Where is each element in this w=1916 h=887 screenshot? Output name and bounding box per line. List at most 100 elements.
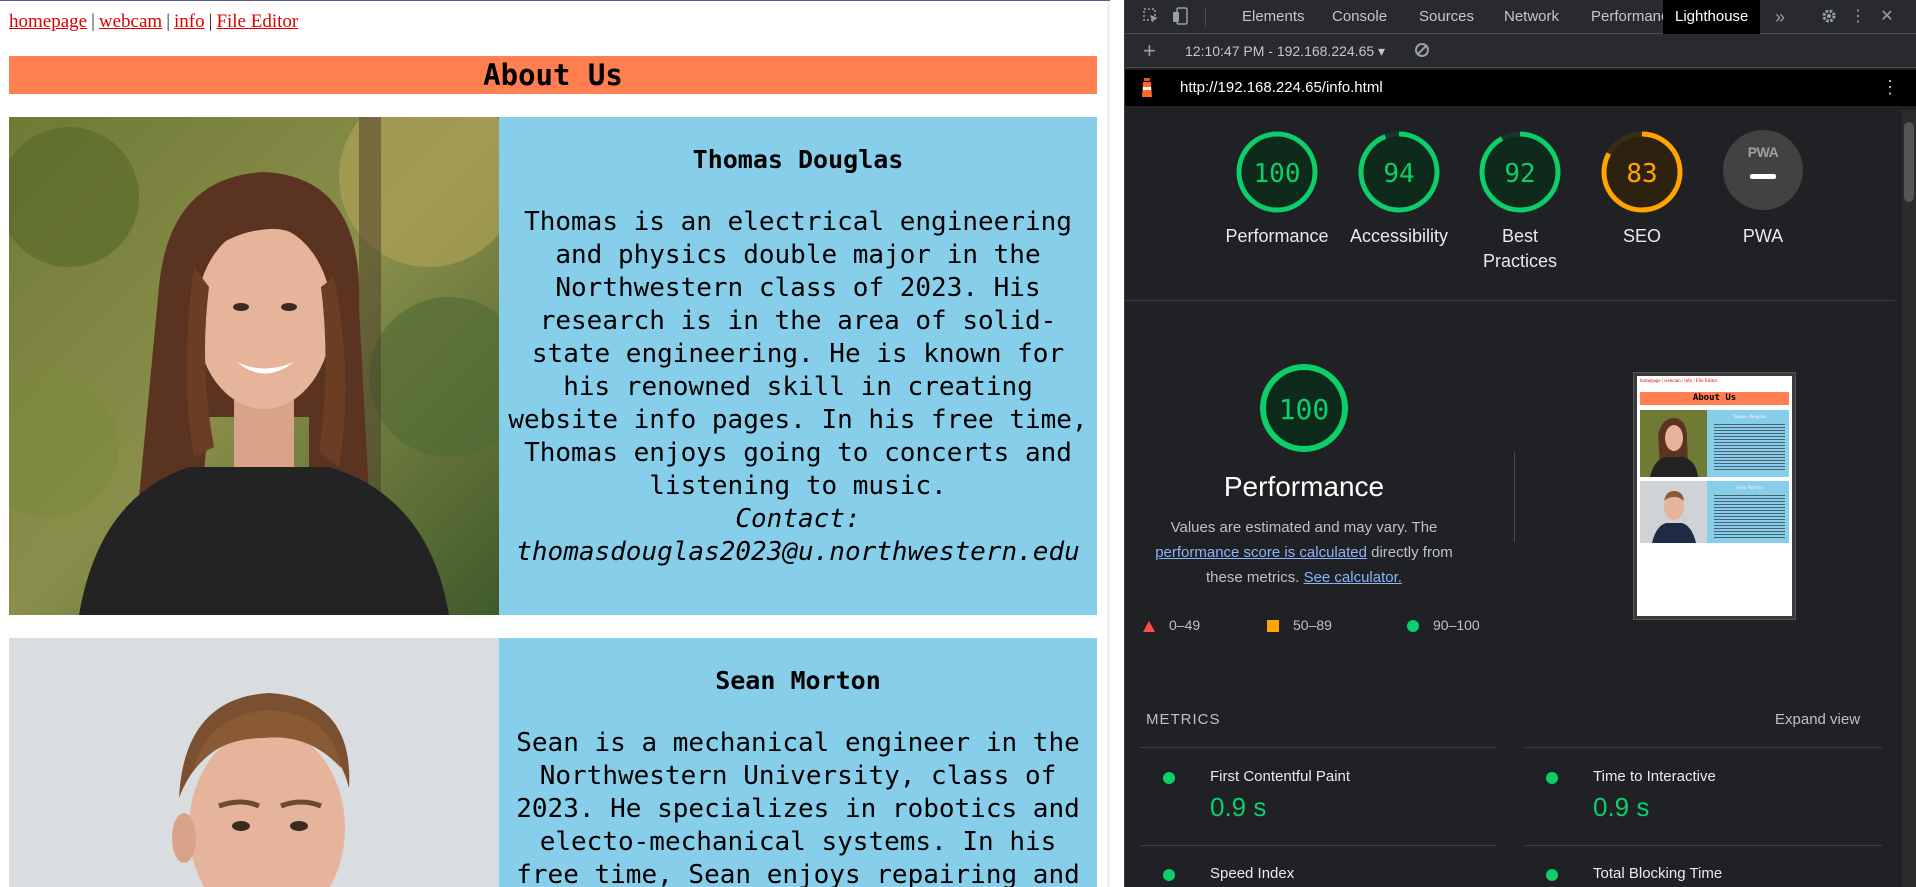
devtools-tab-bar: Elements Console Sources Network Perform… bbox=[1125, 0, 1916, 34]
gauge-label-performance: Performance bbox=[1225, 226, 1329, 246]
webpage-viewport: homepage | webcam | info | File Editor About U… bbox=[0, 0, 1110, 887]
metric-fcp-name: First Contentful Paint bbox=[1210, 768, 1351, 785]
legend-pass: 90–100 bbox=[1407, 617, 1480, 633]
accessibility-score: 94 bbox=[1383, 159, 1414, 189]
legend-fail: 0–49 bbox=[1143, 617, 1200, 633]
toolbar-divider bbox=[1205, 7, 1206, 27]
report-url-bar: http://192.168.224.65/info.html ⋮ bbox=[1125, 70, 1916, 106]
nav-link-webcam[interactable]: webcam bbox=[99, 11, 162, 32]
vertical-divider bbox=[1514, 452, 1515, 542]
thomas-contact-email: thomasdouglas2023@u.northwestern.edu bbox=[516, 537, 1080, 567]
thomas-bio-text: Thomas is an electrical engineering and … bbox=[499, 206, 1097, 569]
performance-score-link[interactable]: performance score is calculated bbox=[1155, 544, 1367, 561]
performance-score: 100 bbox=[1254, 159, 1301, 189]
metric-divider bbox=[1525, 845, 1882, 846]
legend-average: 50–89 bbox=[1267, 617, 1332, 633]
performance-description: Values are estimated and may vary. The p… bbox=[1139, 515, 1469, 590]
thumb-name-1: Thomas Douglas bbox=[1732, 414, 1767, 419]
gauge-seo[interactable]: 83 SEO bbox=[1582, 130, 1702, 249]
pass-dot-icon bbox=[1163, 869, 1175, 881]
gauge-label-seo: SEO bbox=[1622, 226, 1661, 246]
expand-view-button[interactable]: Expand view bbox=[1775, 711, 1860, 728]
customize-menu-icon[interactable]: ⋮ bbox=[1848, 7, 1868, 27]
thomas-portrait-image bbox=[9, 117, 499, 615]
settings-gear-icon[interactable] bbox=[1819, 7, 1839, 27]
nav-separator: | bbox=[91, 11, 95, 32]
metric-tbt-name: Total Blocking Time bbox=[1593, 865, 1723, 882]
page-screenshot-thumbnail[interactable]: homepage | webcam | info | File Editor A… bbox=[1633, 372, 1796, 620]
devtools-scrollbar-thumb[interactable] bbox=[1904, 122, 1914, 202]
legend-pass-label: 90–100 bbox=[1433, 617, 1480, 633]
thomas-photo bbox=[9, 117, 499, 615]
thumb-text-2 bbox=[1714, 493, 1785, 538]
close-devtools-icon[interactable]: ✕ bbox=[1877, 7, 1897, 27]
pwa-dash bbox=[1750, 174, 1776, 179]
gauge-best-practices[interactable]: 92 Best Practices bbox=[1460, 130, 1580, 274]
metric-divider bbox=[1140, 747, 1497, 748]
report-selector-label: 12:10:47 PM - 192.168.224.65 bbox=[1185, 43, 1375, 59]
sean-portrait-image bbox=[9, 638, 499, 887]
gauge-label-best-practices: Best Practices bbox=[1482, 226, 1558, 271]
clear-reports-icon[interactable] bbox=[1415, 43, 1429, 57]
metrics-heading: METRICS bbox=[1146, 711, 1221, 728]
best-practices-score-ring: 92 bbox=[1479, 131, 1561, 213]
tab-console[interactable]: Console bbox=[1320, 0, 1399, 34]
gauge-accessibility[interactable]: 94 Accessibility bbox=[1339, 130, 1459, 249]
report-selector[interactable]: 12:10:47 PM - 192.168.224.65 ▾ bbox=[1185, 43, 1385, 60]
gauge-performance[interactable]: 100 Performance bbox=[1217, 130, 1337, 249]
performance-desc-1: Values are estimated and may vary. The bbox=[1170, 519, 1438, 536]
metric-divider bbox=[1525, 747, 1882, 748]
nav-separator: | bbox=[208, 11, 213, 32]
thomas-bio-body: Thomas is an electrical engineering and … bbox=[508, 207, 1088, 501]
best-practices-score: 92 bbox=[1504, 159, 1535, 189]
nav-link-info[interactable]: info bbox=[174, 11, 205, 32]
thumb-text-1 bbox=[1714, 422, 1785, 472]
pwa-badge-text: PWA bbox=[1747, 144, 1779, 160]
nav-link-file-editor[interactable]: File Editor bbox=[216, 11, 298, 32]
more-tabs-icon[interactable]: » bbox=[1770, 7, 1790, 27]
about-us-heading: About Us bbox=[9, 56, 1097, 94]
new-report-plus-icon[interactable]: + bbox=[1143, 38, 1156, 64]
inspect-element-icon[interactable] bbox=[1141, 7, 1161, 27]
legend-average-label: 50–89 bbox=[1293, 617, 1332, 633]
green-circle-icon bbox=[1407, 620, 1419, 633]
performance-big-score: 100 bbox=[1279, 393, 1330, 426]
lighthouse-toolbar: + 12:10:47 PM - 192.168.224.65 ▾ bbox=[1125, 34, 1916, 68]
thumb-name-2: Sean Morton bbox=[1736, 485, 1763, 490]
thumb-nav: homepage | webcam | info | File Editor bbox=[1640, 379, 1718, 384]
dropdown-caret-icon: ▾ bbox=[1378, 43, 1386, 59]
seo-score: 83 bbox=[1626, 159, 1657, 189]
pass-dot-icon bbox=[1546, 869, 1558, 881]
devtools-scrollbar[interactable] bbox=[1902, 110, 1916, 887]
gauge-label-pwa: PWA bbox=[1742, 226, 1784, 246]
thumb-photo-1 bbox=[1640, 410, 1707, 477]
tab-lighthouse[interactable]: Lighthouse bbox=[1663, 0, 1761, 34]
see-calculator-link[interactable]: See calculator. bbox=[1304, 569, 1402, 586]
device-toolbar-icon[interactable] bbox=[1171, 7, 1191, 27]
sean-photo bbox=[9, 638, 499, 887]
gauge-pwa[interactable]: PWA PWA bbox=[1703, 130, 1823, 249]
metric-fcp-value: 0.9 s bbox=[1210, 792, 1267, 822]
legend-fail-label: 0–49 bbox=[1169, 617, 1201, 633]
tab-network[interactable]: Network bbox=[1492, 0, 1571, 34]
gauge-label-accessibility: Accessibility bbox=[1349, 226, 1449, 246]
pwa-badge-icon: PWA bbox=[1723, 130, 1803, 210]
report-menu-icon[interactable]: ⋮ bbox=[1881, 77, 1899, 98]
person-card-sean: Sean Morton Sean is a mechanical enginee… bbox=[9, 638, 1097, 887]
nav-link-homepage[interactable]: homepage bbox=[9, 11, 87, 32]
tab-elements[interactable]: Elements bbox=[1230, 0, 1317, 34]
tab-sources[interactable]: Sources bbox=[1407, 0, 1486, 34]
metric-divider bbox=[1140, 845, 1497, 846]
lighthouse-logo-icon bbox=[1142, 78, 1152, 97]
nav-separator: | bbox=[166, 11, 171, 32]
section-divider bbox=[1125, 300, 1895, 301]
sean-bio-text: Sean is a mechanical engineer in the Nor… bbox=[516, 728, 1080, 887]
page-scrollbar[interactable] bbox=[1107, 1, 1110, 887]
devtools-panel: Elements Console Sources Network Perform… bbox=[1124, 0, 1916, 887]
orange-square-icon bbox=[1267, 620, 1279, 633]
person-card-thomas: Thomas Douglas Thomas is an electrical e… bbox=[9, 117, 1097, 615]
top-nav: homepage | webcam | info | File Editor bbox=[9, 11, 298, 33]
report-url: http://192.168.224.65/info.html bbox=[1180, 79, 1383, 96]
accessibility-score-ring: 94 bbox=[1358, 131, 1440, 213]
pass-dot-icon bbox=[1546, 772, 1558, 784]
